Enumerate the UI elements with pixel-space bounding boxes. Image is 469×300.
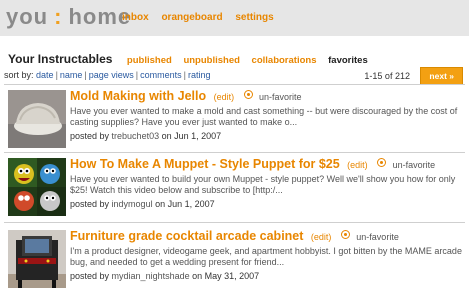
- section-tabs: published unpublished collaborations fav…: [127, 55, 377, 66]
- thumbnail-muppet-puppet[interactable]: [8, 158, 66, 216]
- tab-favorites[interactable]: favorites: [328, 55, 368, 66]
- item-description: Have you ever wanted to make a mold and …: [70, 106, 458, 127]
- posted-date: on May 31, 2007: [192, 271, 260, 281]
- divider: [4, 84, 465, 85]
- posted-by-label: posted by: [70, 271, 110, 281]
- author-link[interactable]: trebuchet03: [112, 131, 160, 141]
- thumbnail-arcade-cabinet[interactable]: [8, 230, 66, 288]
- item-body: Furniture grade cocktail arcade cabinet …: [70, 228, 466, 281]
- item-title-link[interactable]: How To Make A Muppet - Style Puppet for …: [70, 157, 340, 171]
- divider: [4, 222, 465, 223]
- unfavorite-link[interactable]: un-favorite: [393, 160, 436, 170]
- list-item: Furniture grade cocktail arcade cabinet …: [0, 228, 469, 300]
- thumbnail-jello-mold[interactable]: [8, 90, 66, 148]
- next-page-button[interactable]: next »: [420, 67, 463, 85]
- brand-separator: :: [54, 4, 63, 29]
- pagination-range: 1-15 of 212: [364, 71, 410, 81]
- sort-page-views-link[interactable]: page views: [89, 70, 134, 80]
- item-title-row: Furniture grade cocktail arcade cabinet …: [70, 228, 466, 245]
- sort-separator: |: [84, 70, 87, 80]
- sort-separator: |: [183, 70, 186, 80]
- item-description: I'm a product designer, videogame geek, …: [70, 246, 462, 267]
- posted-by-label: posted by: [70, 131, 110, 141]
- posted-by-label: posted by: [70, 199, 110, 209]
- sort-date-link[interactable]: date: [36, 70, 54, 80]
- edit-link[interactable]: (edit): [311, 232, 332, 242]
- tab-published[interactable]: published: [127, 55, 172, 66]
- sort-rating-link[interactable]: rating: [188, 70, 211, 80]
- item-body: How To Make A Muppet - Style Puppet for …: [70, 156, 466, 209]
- item-posted-line: posted by mydian_nightshade on May 31, 2…: [70, 271, 466, 281]
- item-posted-line: posted by indymogul on Jun 1, 2007: [70, 199, 466, 209]
- edit-link[interactable]: (edit): [347, 160, 368, 170]
- brand-you: you: [6, 4, 49, 29]
- item-body: Mold Making with Jello (edit) un-favorit…: [70, 88, 466, 141]
- item-description: Have you ever wanted to build your own M…: [70, 174, 456, 195]
- list-item: Mold Making with Jello (edit) un-favorit…: [0, 88, 469, 160]
- sort-separator: |: [135, 70, 139, 80]
- item-title-link[interactable]: Furniture grade cocktail arcade cabinet: [70, 229, 303, 243]
- unfavorite-icon[interactable]: [377, 158, 387, 168]
- unfavorite-icon[interactable]: [243, 90, 253, 100]
- section-title: Your Instructables: [8, 52, 113, 66]
- posted-date: on Jun 1, 2007: [155, 199, 215, 209]
- tab-unpublished[interactable]: unpublished: [183, 55, 239, 66]
- unfavorite-icon[interactable]: [340, 230, 350, 240]
- posted-date: on Jun 1, 2007: [161, 131, 222, 141]
- item-title-row: Mold Making with Jello (edit) un-favorit…: [70, 88, 466, 105]
- nav-settings-link[interactable]: settings: [235, 12, 273, 23]
- divider: [4, 152, 465, 153]
- brand-logo[interactable]: you: home: [6, 4, 131, 30]
- top-header: you: home inbox orangeboard settings: [0, 0, 469, 36]
- arcade-cabinet-image: [8, 230, 66, 288]
- muppet-puppet-image: [8, 158, 66, 216]
- jello-mold-image: [8, 90, 66, 148]
- item-title-row: How To Make A Muppet - Style Puppet for …: [70, 156, 466, 173]
- edit-link[interactable]: (edit): [214, 92, 235, 102]
- tab-collaborations[interactable]: collaborations: [252, 55, 317, 66]
- nav-orangeboard-link[interactable]: orangeboard: [161, 12, 222, 23]
- unfavorite-link[interactable]: un-favorite: [259, 92, 302, 102]
- sort-comments-link[interactable]: comments: [140, 70, 182, 80]
- sort-separator: |: [55, 70, 58, 80]
- sort-prefix: sort by:: [4, 70, 34, 80]
- section-header: Your Instructables published unpublished…: [8, 50, 466, 68]
- nav-inbox-link[interactable]: inbox: [122, 12, 149, 23]
- sort-bar: sort by: date | name | page views | comments | r…: [4, 70, 211, 80]
- author-link[interactable]: mydian_nightshade: [112, 271, 190, 281]
- top-nav: inbox orangeboard settings: [122, 12, 284, 23]
- sort-name-link[interactable]: name: [60, 70, 83, 80]
- unfavorite-link[interactable]: un-favorite: [356, 232, 399, 242]
- pagination: 1-15 of 212 next »: [364, 67, 463, 85]
- item-posted-line: posted by trebuchet03 on Jun 1, 2007: [70, 131, 466, 141]
- item-title-link[interactable]: Mold Making with Jello: [70, 89, 206, 103]
- list-item: How To Make A Muppet - Style Puppet for …: [0, 156, 469, 228]
- author-link[interactable]: indymogul: [112, 199, 153, 209]
